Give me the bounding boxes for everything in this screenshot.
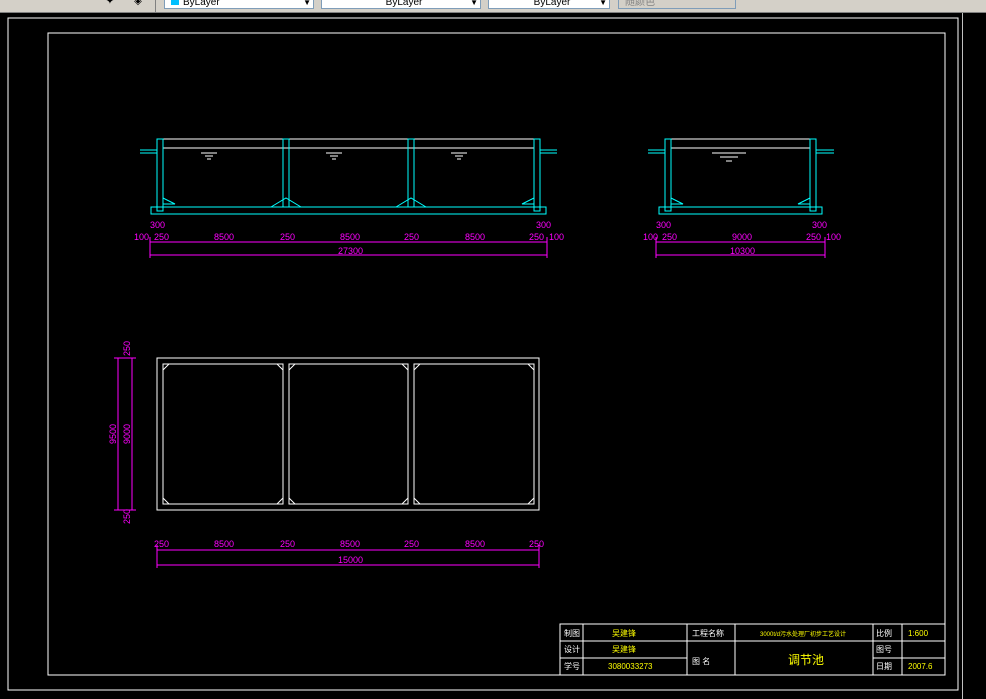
linetype-dropdown-value: ByLayer (385, 0, 423, 8)
ground-hatch-right (816, 149, 834, 154)
water-symbol-icon (712, 152, 746, 162)
drawing-canvas[interactable]: 300 300 100 250 8500 250 8500 250 8500 2… (0, 13, 962, 699)
plan-compartment (288, 363, 409, 505)
color-swatch-icon (171, 0, 179, 5)
tb-scale: 1:600 (908, 629, 929, 638)
lineweight-dropdown-value: ByLayer (533, 0, 571, 8)
dim-total-text: 15000 (338, 555, 363, 565)
tb-label: 学号 (564, 661, 580, 671)
ground-hatch-left (648, 149, 665, 154)
wall-mid-1 (282, 138, 290, 208)
dim-text: 250 (280, 232, 295, 242)
dim-total-text: 9500 (108, 424, 118, 444)
chevron-down-icon: ▼ (599, 0, 607, 7)
color-dropdown[interactable]: ByLayer ▼ (164, 0, 314, 9)
tb-label: 制图 (564, 628, 580, 638)
plotstyle-dropdown[interactable]: 随颜色 (618, 0, 736, 9)
tb-label: 设计 (564, 644, 580, 654)
tb-student-id: 3080033273 (608, 662, 653, 671)
tb-drafter: 吴建锋 (612, 628, 636, 638)
dim-text: 250 (404, 232, 419, 242)
tb-date: 2007.6 (908, 662, 933, 671)
plan-view: 250 8500 250 8500 250 8500 250 15000 950… (108, 341, 544, 568)
water-symbol-icon (201, 152, 467, 160)
match-properties-icon[interactable]: ✦ (104, 0, 116, 8)
dim-text: 100 (643, 232, 658, 242)
dim-text: 9000 (122, 424, 132, 444)
color-dropdown-value: ByLayer (183, 0, 220, 8)
tb-label: 图 名 (692, 656, 710, 666)
dim-level-left: 300 (656, 220, 671, 230)
dim-text: 8500 (465, 232, 485, 242)
dim-level-right: 300 (812, 220, 827, 230)
tb-label: 工程名称 (692, 628, 724, 638)
plan-compartment (413, 363, 535, 505)
dim-text: 250 (154, 539, 169, 549)
chevron-down-icon: ▼ (303, 0, 311, 7)
dim-text: 250 (404, 539, 419, 549)
dim-total-text: 10300 (730, 246, 755, 256)
dim-level-left: 300 (150, 220, 165, 230)
drawing-frame (47, 32, 946, 676)
wall-left (156, 138, 164, 212)
lineweight-dropdown[interactable]: ByLayer ▼ (488, 0, 610, 9)
section-a: 300 300 100 250 8500 250 8500 250 8500 2… (134, 138, 564, 258)
layer-icon[interactable]: ◈ (132, 0, 144, 8)
wall-right (533, 138, 541, 212)
dim-text: 250 (806, 232, 821, 242)
tb-label: 日期 (876, 662, 892, 671)
wall-mid-2 (407, 138, 415, 208)
dim-text: 250 (280, 539, 295, 549)
dim-text: 250 (122, 341, 132, 356)
tb-designer: 吴建锋 (612, 644, 636, 654)
dim-text: 8500 (214, 232, 234, 242)
chevron-down-icon: ▼ (470, 0, 478, 7)
dim-text: 100 (134, 232, 149, 242)
dim-text: 250 (529, 539, 544, 549)
dim-text: 250 (122, 509, 132, 524)
section-b: 300 300 100 250 9000 250 100 10300 (643, 138, 841, 258)
sheet-border (7, 17, 959, 691)
dim-text: 100 (826, 232, 841, 242)
properties-toolbar: ✦ ◈ ByLayer ▼ ByLayer ▼ ByLayer ▼ 随颜色 (0, 0, 986, 13)
vertical-scrollbar[interactable] (962, 13, 986, 699)
title-block: 制图 吴建锋 工程名称 3000t/d污水处理厂初步工艺设计 比例 1:600 … (559, 623, 946, 676)
tb-label: 比例 (876, 628, 892, 638)
tb-project: 3000t/d污水处理厂初步工艺设计 (760, 630, 846, 638)
dim-text: 100 (549, 232, 564, 242)
bottom-slab (150, 206, 547, 215)
dim-text: 250 (529, 232, 544, 242)
dim-total-text: 27300 (338, 246, 363, 256)
dim-text: 8500 (340, 539, 360, 549)
plan-compartment (162, 363, 284, 505)
linetype-dropdown[interactable]: ByLayer ▼ (321, 0, 481, 9)
plotstyle-dropdown-value: 随颜色 (625, 0, 655, 8)
dim-level-right: 300 (536, 220, 551, 230)
tb-drawing-title: 调节池 (788, 653, 824, 667)
ground-hatch-right (540, 149, 557, 154)
dim-text: 8500 (340, 232, 360, 242)
tb-label: 图号 (876, 645, 892, 654)
dim-text: 250 (662, 232, 677, 242)
ground-hatch-left (140, 149, 157, 154)
toolbar-separator (155, 0, 156, 12)
plan-outline (156, 357, 540, 511)
dim-text: 8500 (465, 539, 485, 549)
dim-text: 250 (154, 232, 169, 242)
dim-text: 8500 (214, 539, 234, 549)
dim-text: 9000 (732, 232, 752, 242)
